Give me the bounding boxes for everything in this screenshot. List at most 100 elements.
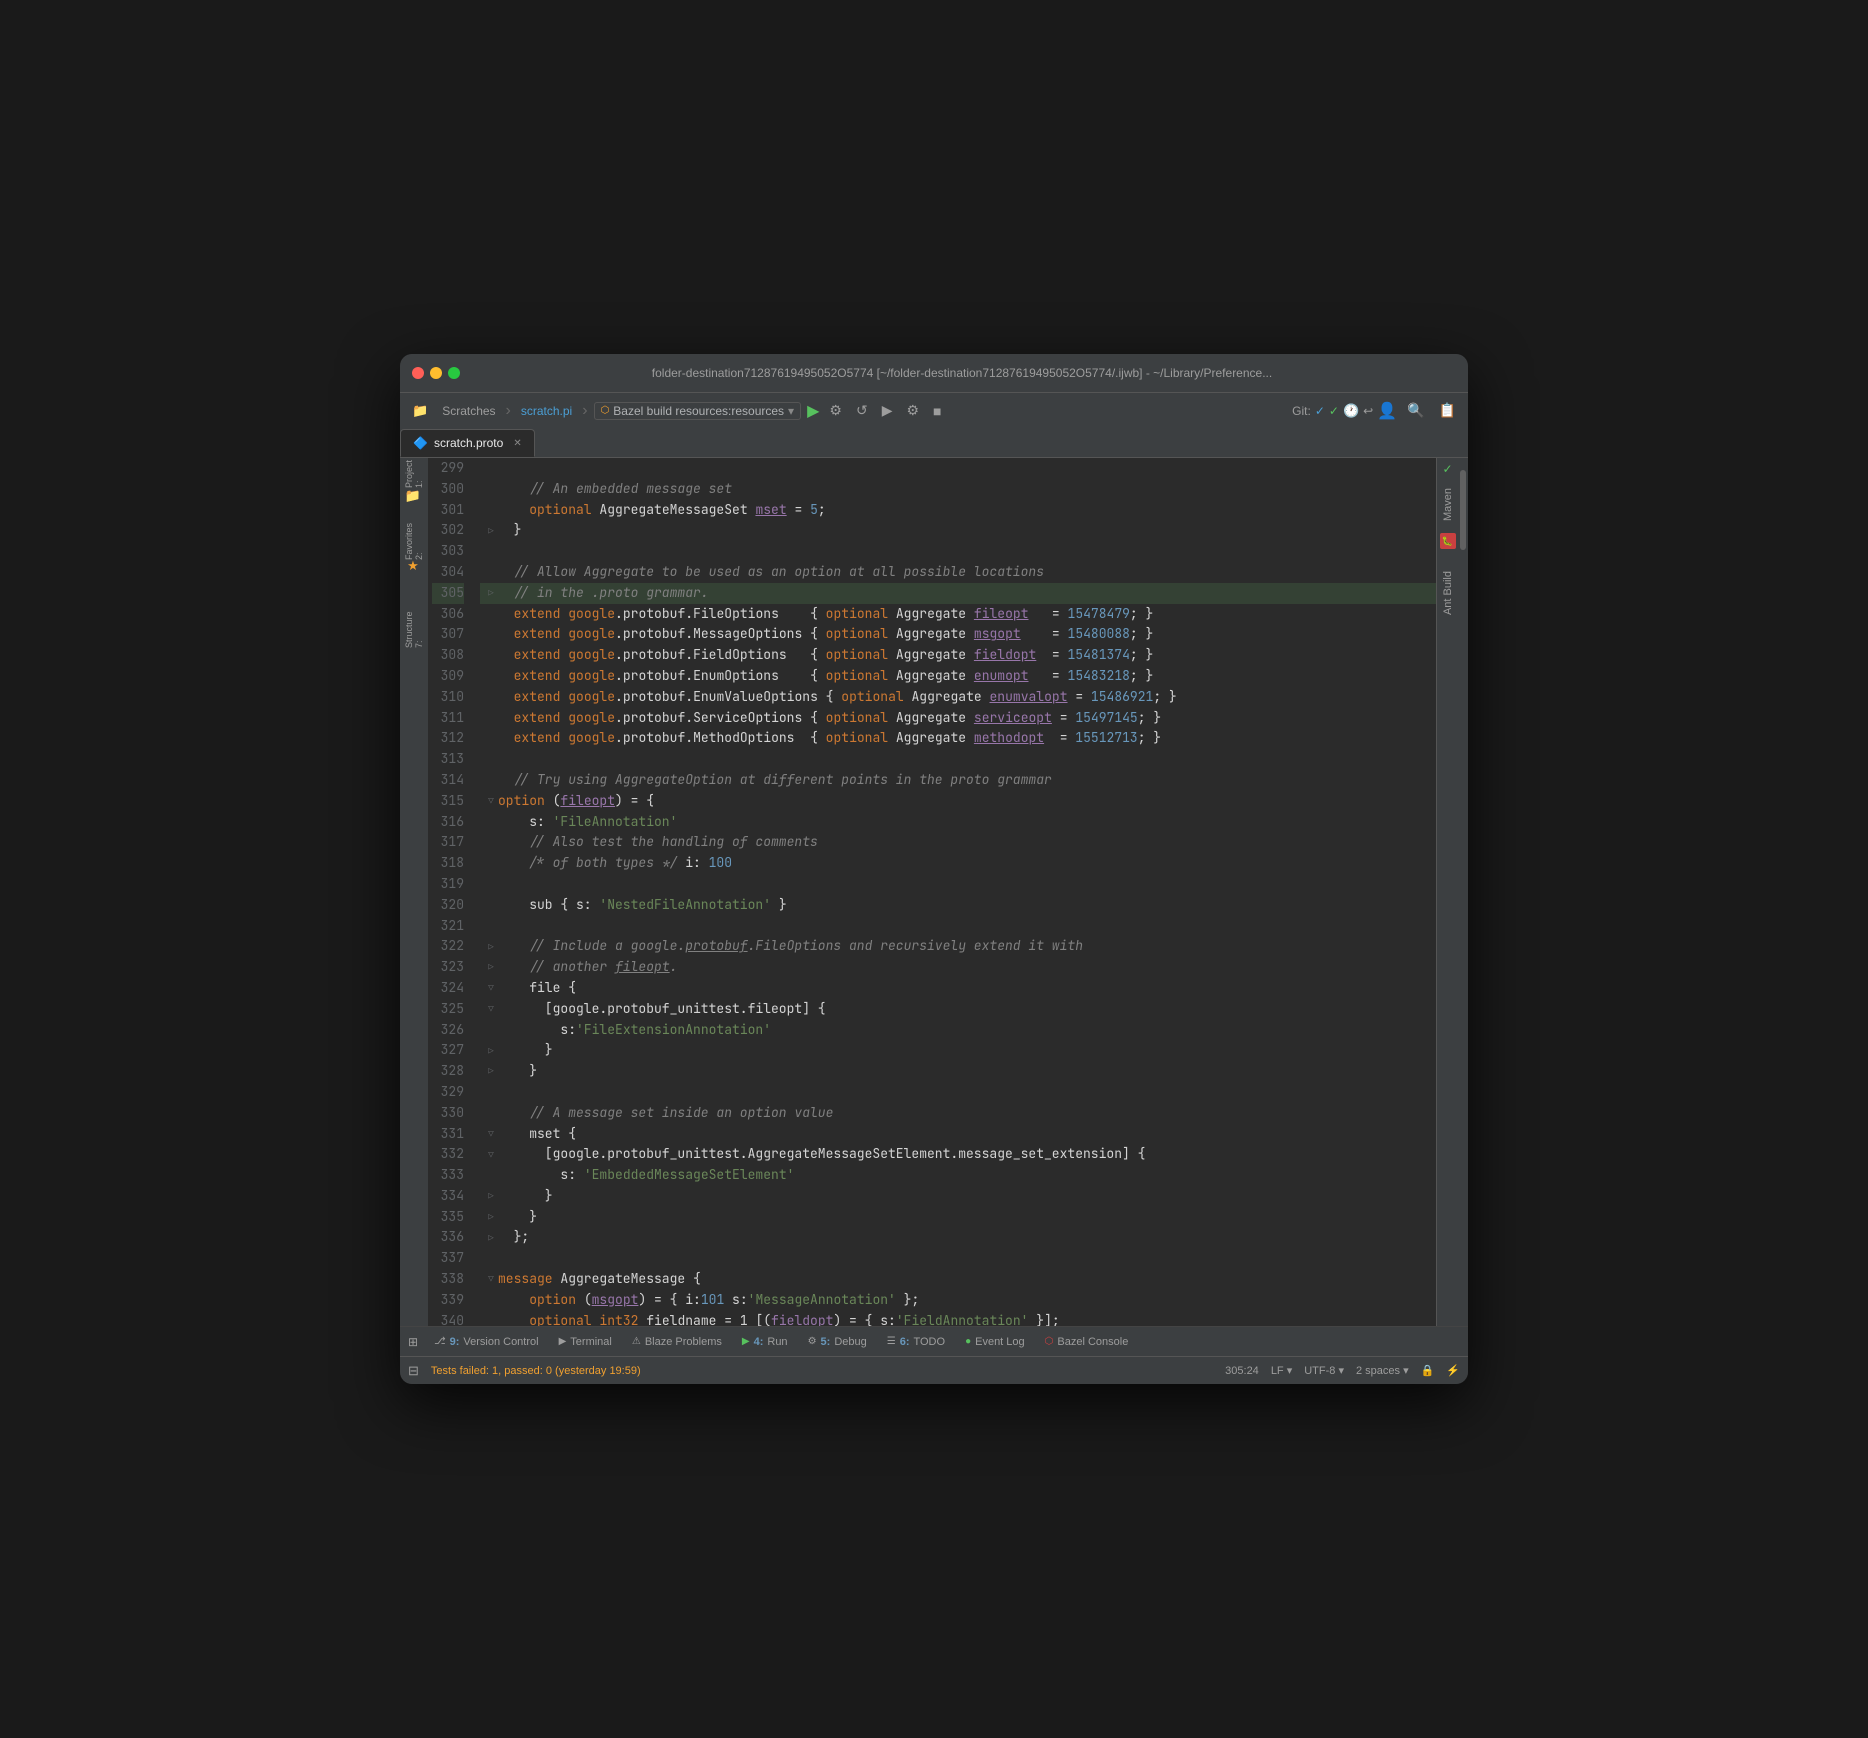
- bottom-tab-todo[interactable]: ☰ 6: TODO: [879, 1334, 953, 1350]
- bazel-label: Bazel build resources:resources: [613, 404, 784, 418]
- minimize-button[interactable]: [430, 367, 442, 379]
- toolbar: 📁 Scratches › scratch.pi › ⬡ Bazel build…: [400, 392, 1468, 428]
- code-line: [480, 1248, 1436, 1269]
- code-line: extend google.protobuf.ServiceOptions { …: [480, 708, 1436, 729]
- git-history[interactable]: 🕐: [1343, 403, 1359, 419]
- fold-gutter: ▷: [484, 1064, 498, 1078]
- scrollbar[interactable]: [1458, 458, 1468, 1326]
- code-line: ▷ }: [480, 1186, 1436, 1207]
- fold-gutter: ▷: [484, 1231, 498, 1245]
- tab-close-icon[interactable]: ✕: [513, 438, 521, 449]
- ant-panel[interactable]: Ant Build: [1440, 563, 1456, 623]
- git-avatar[interactable]: 👤: [1377, 401, 1397, 421]
- sidebar-folder-icon[interactable]: 📁: [402, 486, 426, 510]
- test-status[interactable]: Tests failed: 1, passed: 0 (yesterday 19…: [431, 1365, 641, 1377]
- window-title: folder-destination71287619495052O5774 [~…: [468, 366, 1456, 380]
- code-line: option (msgopt) = { i:101 s:'MessageAnno…: [480, 1290, 1436, 1311]
- stop-button[interactable]: ■: [929, 401, 945, 421]
- sidebar-favorites[interactable]: 2: Favorites: [402, 530, 426, 554]
- tab-proto-icon: 🔷: [413, 436, 428, 450]
- bottom-tab-terminal[interactable]: ▶ Terminal: [551, 1334, 620, 1350]
- reload-button[interactable]: ↺: [852, 400, 872, 421]
- code-line: ▽ file {: [480, 978, 1436, 999]
- statusbar-right: 305:24 LF ▾ UTF-8 ▾ 2 spaces ▾ 🔒 ⚡: [1225, 1364, 1460, 1377]
- maven-panel[interactable]: Maven: [1440, 480, 1456, 529]
- debug-icon: ⚙: [808, 1336, 817, 1347]
- code-line: ▽ [google.protobuf_unittest.fileopt] {: [480, 999, 1436, 1020]
- line-ending[interactable]: LF ▾: [1271, 1364, 1292, 1377]
- code-line: optional AggregateMessageSet mset = 5;: [480, 500, 1436, 521]
- code-line: ▷ }: [480, 1061, 1436, 1082]
- bottom-tab-debug[interactable]: ⚙ 5: Debug: [800, 1334, 875, 1350]
- dropdown-icon: ▾: [788, 404, 794, 418]
- maximize-button[interactable]: [448, 367, 460, 379]
- code-line: ▷ };: [480, 1227, 1436, 1248]
- code-line: s:'FileExtensionAnnotation': [480, 1020, 1436, 1041]
- sidebar-toggle[interactable]: ⊟: [408, 1363, 419, 1379]
- vc-label: Version Control: [463, 1336, 538, 1348]
- todo-label: TODO: [913, 1336, 945, 1348]
- scratch-pi-breadcrumb[interactable]: scratch.pi: [517, 402, 576, 420]
- scrollbar-thumb[interactable]: [1460, 470, 1466, 550]
- code-editor[interactable]: // An embedded message set optional Aggr…: [472, 458, 1436, 1326]
- git-label: Git:: [1292, 404, 1311, 418]
- code-line: sub { s: 'NestedFileAnnotation' }: [480, 895, 1436, 916]
- code-line: ▽ option (fileopt) = {: [480, 791, 1436, 812]
- bazel-icon: ⬡: [601, 405, 610, 416]
- breadcrumb-sep-1: ›: [506, 402, 511, 420]
- blaze-label: Blaze Problems: [645, 1336, 722, 1348]
- scratches-folder-icon: 📁: [408, 401, 432, 421]
- code-line: s: 'FileAnnotation': [480, 812, 1436, 833]
- todo-num: 6:: [900, 1336, 910, 1348]
- left-sidebar: 1: Project 📁 2: Favorites ★ 7: Structure: [400, 458, 428, 1326]
- close-button[interactable]: [412, 367, 424, 379]
- blaze-icon: ⚠: [632, 1336, 641, 1347]
- bottom-toolbar: ⊞ ⎇ 9: Version Control ▶ Terminal ⚠ Blaz…: [400, 1326, 1468, 1356]
- bottom-tab-run[interactable]: ▶ 4: Run: [734, 1334, 796, 1350]
- tab-scratch-proto[interactable]: 🔷 scratch.proto ✕: [400, 429, 535, 457]
- fold-gutter: ▷: [484, 1210, 498, 1224]
- indent[interactable]: 2 spaces ▾: [1356, 1364, 1409, 1377]
- tabs-bar: 🔷 scratch.proto ✕: [400, 428, 1468, 458]
- eventlog-icon: ●: [965, 1336, 971, 1347]
- code-line: ▽ [google.protobuf_unittest.AggregateMes…: [480, 1144, 1436, 1165]
- git-check-blue[interactable]: ✓: [1315, 404, 1325, 418]
- sidebar-structure[interactable]: 7: Structure: [402, 618, 426, 642]
- eventlog-label: Event Log: [975, 1336, 1025, 1348]
- notifications-button[interactable]: 📋: [1435, 400, 1460, 421]
- code-line: // Allow Aggregate to be used as an opti…: [480, 562, 1436, 583]
- power-icon[interactable]: ⚡: [1446, 1364, 1460, 1377]
- code-line: ▷ }: [480, 1207, 1436, 1228]
- code-line: ▷ }: [480, 520, 1436, 541]
- code-line: [480, 458, 1436, 479]
- titlebar: folder-destination71287619495052O5774 [~…: [400, 354, 1468, 392]
- git-check-green[interactable]: ✓: [1329, 404, 1339, 418]
- build-button[interactable]: ⚙: [825, 400, 846, 421]
- code-line: [480, 916, 1436, 937]
- fold-gutter: ▽: [484, 981, 498, 995]
- run-config-button[interactable]: ▶: [878, 400, 897, 421]
- bottom-tab-bazel[interactable]: ⬡ Bazel Console: [1037, 1334, 1137, 1350]
- code-line: // An embedded message set: [480, 479, 1436, 500]
- settings-button[interactable]: ⚙: [902, 400, 923, 421]
- fold-gutter: ▷: [484, 960, 498, 974]
- charset[interactable]: UTF-8 ▾: [1304, 1364, 1344, 1377]
- bottom-tab-version-control[interactable]: ⎇ 9: Version Control: [426, 1334, 547, 1350]
- git-undo[interactable]: ↩: [1363, 404, 1373, 418]
- cursor-position[interactable]: 305:24: [1225, 1364, 1259, 1377]
- terminal-icon: ▶: [559, 1336, 567, 1347]
- bottom-tab-eventlog[interactable]: ● Event Log: [957, 1334, 1033, 1350]
- fold-gutter: ▷: [484, 524, 498, 538]
- bug-icon[interactable]: 🐛: [1440, 533, 1456, 549]
- sidebar-project[interactable]: 1: Project: [402, 462, 426, 486]
- run-label: Run: [767, 1336, 787, 1348]
- run-button[interactable]: ▶: [807, 401, 819, 421]
- scratches-breadcrumb[interactable]: Scratches: [438, 402, 499, 420]
- bottom-left-icon: ⊞: [408, 1335, 418, 1349]
- terminal-label: Terminal: [570, 1336, 612, 1348]
- bottom-tab-blaze[interactable]: ⚠ Blaze Problems: [624, 1334, 730, 1350]
- bazel-selector[interactable]: ⬡ Bazel build resources:resources ▾: [594, 402, 802, 420]
- code-line: ▽ mset {: [480, 1124, 1436, 1145]
- search-button[interactable]: 🔍: [1403, 400, 1428, 421]
- right-panel-strip: ✓ Maven 🐛 Ant Build: [1436, 458, 1458, 1326]
